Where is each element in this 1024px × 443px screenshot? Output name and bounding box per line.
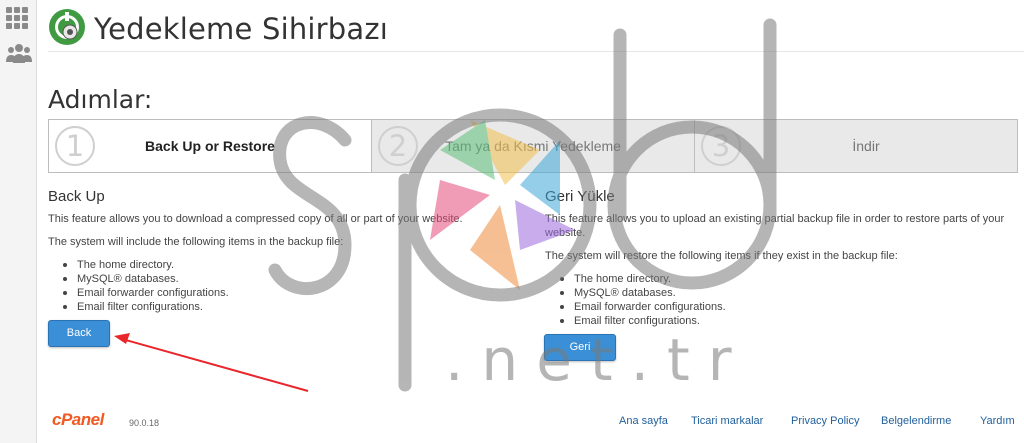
footer-link-privacy[interactable]: Privacy Policy: [791, 415, 859, 427]
step-label: Tam ya da Kısmi Yedekleme: [445, 138, 621, 154]
restore-note: The system will restore the following it…: [545, 250, 898, 262]
backup-panel: Back Up This feature allows you to downl…: [48, 188, 518, 324]
restore-description: This feature allows you to upload an exi…: [545, 213, 1005, 239]
backup-items-list: The home directory. MySQL® databases. Em…: [57, 258, 518, 314]
steps-bar: 1 Back Up or Restore 2 Tam ya da Kısmi Y…: [48, 119, 1018, 173]
restore-panel: Geri Yükle This feature allows you to up…: [545, 188, 1015, 338]
backup-title: Back Up: [48, 188, 105, 205]
step-1: 1 Back Up or Restore: [49, 120, 372, 172]
step-label: İndir: [852, 138, 880, 154]
list-item: Email filter configurations.: [554, 314, 1015, 328]
list-item: The home directory.: [57, 258, 518, 272]
footer-link-trademarks[interactable]: Ticari markalar: [691, 415, 763, 427]
grid-icon[interactable]: [5, 6, 33, 30]
backup-description: This feature allows you to download a co…: [48, 213, 463, 225]
list-item: MySQL® databases.: [554, 286, 1015, 300]
page-title: Yedekleme Sihirbazı: [94, 12, 389, 46]
backup-wizard-icon: [48, 8, 86, 46]
restore-title: Geri Yükle: [545, 188, 615, 205]
step-label: Back Up or Restore: [145, 138, 275, 154]
list-item: Email filter configurations.: [57, 300, 518, 314]
footer-link-documentation[interactable]: Belgelendirme: [881, 415, 951, 427]
list-item: Email forwarder configurations.: [57, 286, 518, 300]
restore-button[interactable]: Geri Yükle: [544, 334, 616, 378]
steps-heading: Adımlar:: [48, 85, 153, 114]
list-item: The home directory.: [554, 272, 1015, 286]
backup-button[interactable]: Back Up: [48, 320, 110, 364]
cpanel-logo[interactable]: cPanel: [52, 410, 104, 430]
list-item: Email forwarder configurations.: [554, 300, 1015, 314]
users-icon[interactable]: [5, 42, 33, 66]
page-header: Yedekleme Sihirbazı: [48, 6, 1024, 50]
footer-link-help[interactable]: Yardım: [980, 415, 1015, 427]
header-divider: [48, 51, 1024, 52]
left-rail: [0, 0, 37, 443]
step-3: 3 İndir: [695, 120, 1017, 172]
backup-include-note: The system will include the following it…: [48, 236, 344, 248]
footer-link-home[interactable]: Ana sayfa: [619, 415, 668, 427]
step-2: 2 Tam ya da Kısmi Yedekleme: [372, 120, 695, 172]
restore-items-list: The home directory. MySQL® databases. Em…: [554, 272, 1015, 328]
version-label: 90.0.18: [129, 418, 160, 428]
list-item: MySQL® databases.: [57, 272, 518, 286]
